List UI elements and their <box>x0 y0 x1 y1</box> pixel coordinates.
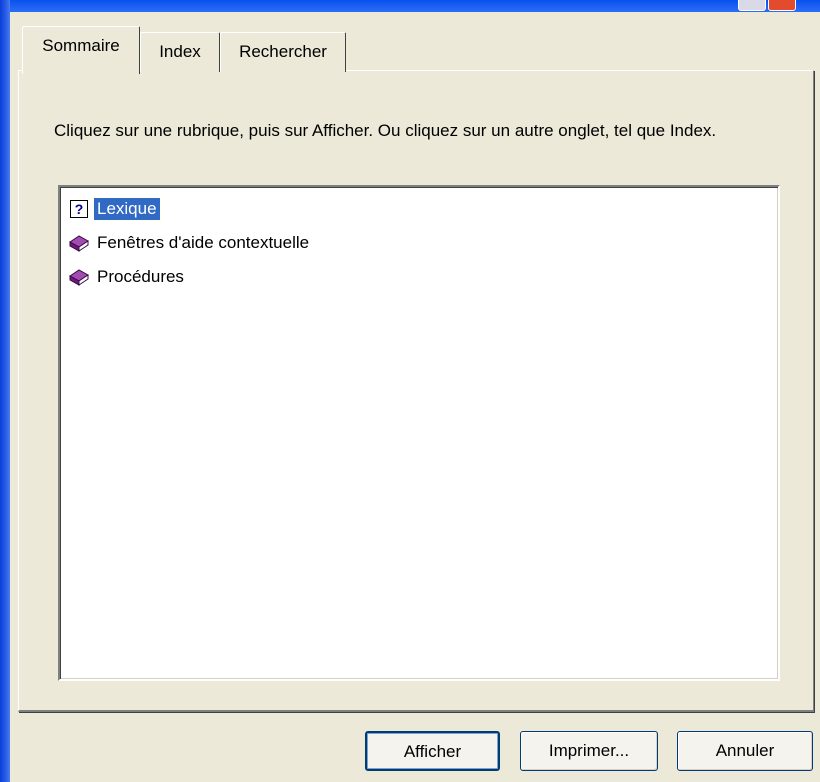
tree-item-label: Procédures <box>97 267 184 286</box>
window-border <box>0 0 10 782</box>
help-topic-icon: ? <box>68 199 90 219</box>
print-button[interactable]: Imprimer... <box>520 731 658 771</box>
tree-item-procedures[interactable]: Procédures <box>68 263 187 291</box>
title-bar <box>0 0 820 12</box>
maximize-button[interactable] <box>738 0 766 11</box>
closed-book-icon <box>68 267 90 287</box>
help-window: Sommaire Index Rechercher Cliquez sur un… <box>0 0 820 782</box>
tree-item-label: Lexique <box>93 197 161 221</box>
closed-book-icon <box>68 233 90 253</box>
cancel-button[interactable]: Annuler <box>677 731 813 771</box>
close-button[interactable] <box>768 0 796 11</box>
tab-index[interactable]: Index <box>140 32 220 72</box>
tree-item-fenetres[interactable]: Fenêtres d'aide contextuelle <box>68 229 312 257</box>
tab-sommaire[interactable]: Sommaire <box>22 26 140 74</box>
display-button[interactable]: Afficher <box>365 731 500 771</box>
tree-item-label: Fenêtres d'aide contextuelle <box>97 233 310 252</box>
tab-rechercher[interactable]: Rechercher <box>220 32 346 72</box>
instruction-text: Cliquez sur une rubrique, puis sur Affic… <box>54 121 717 140</box>
tree-item-lexique[interactable]: ? Lexique <box>68 195 161 223</box>
topic-tree[interactable]: ? Lexique Fenêtres d'aide contextuelle P… <box>58 185 780 681</box>
